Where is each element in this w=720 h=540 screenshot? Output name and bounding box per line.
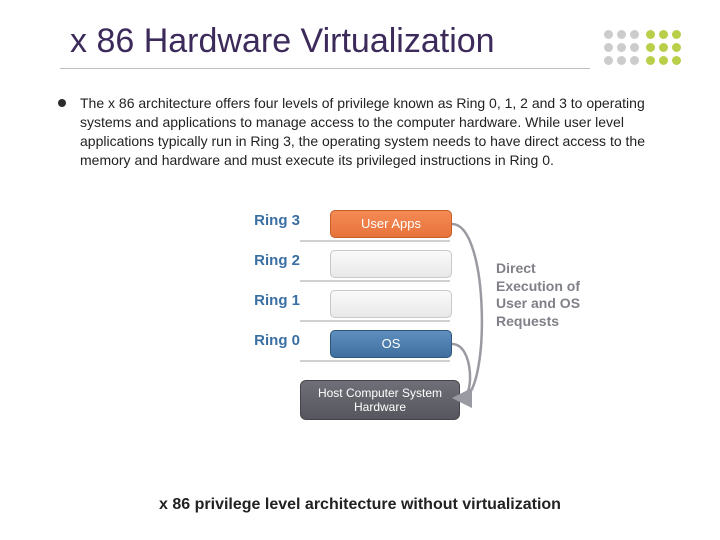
ring-diagram: Ring 3 User Apps Ring 2 Ring 1 Ring 0 OS… <box>160 210 600 470</box>
slide-title: x 86 Hardware Virtualization <box>70 22 495 61</box>
direct-execution-label: Direct Execution of User and OS Requests <box>496 260 592 330</box>
divider-line <box>300 360 450 362</box>
os-box: OS <box>330 330 452 358</box>
title-underline <box>60 68 590 69</box>
host-hardware-box: Host Computer System Hardware <box>300 380 460 420</box>
ring1-label: Ring 1 <box>230 292 300 309</box>
ring0-label: Ring 0 <box>230 332 300 349</box>
divider-line <box>300 320 450 322</box>
divider-line <box>300 240 450 242</box>
ring1-box <box>330 290 452 318</box>
decorative-dots <box>604 30 694 80</box>
user-apps-box: User Apps <box>330 210 452 238</box>
slide: x 86 Hardware Virtualization The x 86 ar… <box>0 0 720 540</box>
body-paragraph: The x 86 architecture offers four levels… <box>80 94 672 170</box>
ring2-label: Ring 2 <box>230 252 300 269</box>
ring2-box <box>330 250 452 278</box>
divider-line <box>300 280 450 282</box>
bullet-row: The x 86 architecture offers four levels… <box>58 94 672 170</box>
bullet-icon <box>58 99 66 107</box>
ring3-label: Ring 3 <box>230 212 300 229</box>
diagram-caption: x 86 privilege level architecture withou… <box>0 496 720 514</box>
